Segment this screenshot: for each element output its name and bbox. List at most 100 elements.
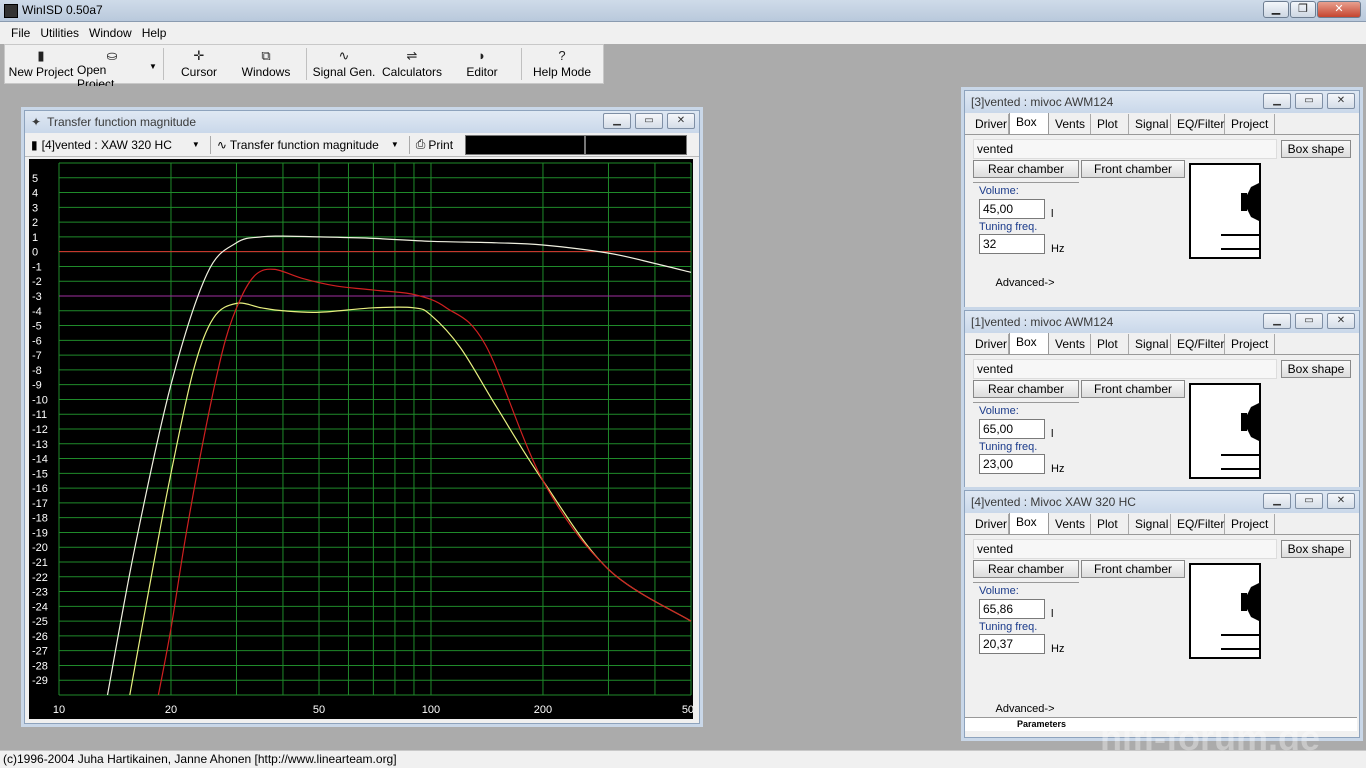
tuning-input[interactable]: 20,37 xyxy=(979,634,1045,654)
box-shape-button[interactable]: Box shape xyxy=(1281,360,1351,378)
y-tick-label: 5 xyxy=(32,173,38,185)
maximize-button[interactable]: ❐ xyxy=(1290,1,1316,18)
close-button[interactable]: ✕ xyxy=(1327,93,1355,109)
box-panel-window: [1]vented : mivoc AWM124 ▁ ▭ ✕ Driver Box… xyxy=(964,310,1360,488)
tab-driver[interactable]: Driver xyxy=(969,334,1009,354)
menu-help[interactable]: Help xyxy=(137,26,172,40)
tab-project[interactable]: Project xyxy=(1225,114,1275,134)
tab-driver[interactable]: Driver xyxy=(969,114,1009,134)
tab-plot[interactable]: Plot xyxy=(1091,334,1129,354)
minimize-button[interactable]: ▁ xyxy=(1263,93,1291,109)
editor-button[interactable]: ◗ Editor xyxy=(447,45,517,83)
cursor-button[interactable]: ✛ Cursor xyxy=(168,45,230,83)
readout-box-2 xyxy=(585,134,688,155)
rear-chamber-button[interactable]: Rear chamber xyxy=(973,560,1079,578)
tab-signal[interactable]: Signal xyxy=(1129,514,1171,534)
front-chamber-button[interactable]: Front chamber xyxy=(1081,560,1185,578)
maximize-button[interactable]: ▭ xyxy=(1295,493,1323,509)
tab-box[interactable]: Box xyxy=(1009,112,1049,134)
y-tick-label: -9 xyxy=(32,380,42,392)
transfer-function-chart: 543210-1-2-3-4-5-6-7-8-9-10-11-12-13-14-… xyxy=(32,162,700,716)
maximize-button[interactable]: ▭ xyxy=(1295,93,1323,109)
advanced-link[interactable]: Advanced-> xyxy=(965,703,1085,715)
open-project-button[interactable]: ⛀ Open Project xyxy=(77,45,147,92)
close-button[interactable]: ✕ xyxy=(667,113,695,129)
tab-vents[interactable]: Vents xyxy=(1049,114,1091,134)
advanced-link[interactable]: Advanced-> xyxy=(965,277,1085,289)
tab-project[interactable]: Project xyxy=(1225,334,1275,354)
x-tick-label: 500 xyxy=(682,704,693,716)
minimize-button[interactable]: ▁ xyxy=(603,113,631,129)
y-tick-label: -24 xyxy=(32,601,48,613)
box-type-field[interactable]: vented xyxy=(973,539,1277,559)
rear-chamber-button[interactable]: Rear chamber xyxy=(973,380,1079,398)
signal-gen-button[interactable]: ∿ Signal Gen. xyxy=(311,45,377,83)
tab-plot[interactable]: Plot xyxy=(1091,114,1129,134)
maximize-button[interactable]: ▭ xyxy=(1295,313,1323,329)
volume-input[interactable]: 65,86 xyxy=(979,599,1045,619)
tuning-input[interactable]: 32 xyxy=(979,234,1045,254)
print-button[interactable]: ⎙ Print xyxy=(416,137,453,152)
minimize-button[interactable]: ▁ xyxy=(1263,493,1291,509)
minimize-button[interactable]: ▁ xyxy=(1263,1,1289,18)
calculators-button[interactable]: ⇌ Calculators xyxy=(377,45,447,83)
rear-chamber-button[interactable]: Rear chamber xyxy=(973,160,1079,178)
group-divider xyxy=(973,182,1079,183)
group-divider xyxy=(973,402,1079,403)
plot-area[interactable]: 5 4 3 2 1 0 -1 -2 -3 -4 -5 -6 -7 -8 -9 -10 -11 -12 -13 -14-… xyxy=(29,159,700,719)
box-shape-button[interactable]: Box shape xyxy=(1281,140,1351,158)
group-divider xyxy=(973,582,1079,583)
tab-vents[interactable]: Vents xyxy=(1049,334,1091,354)
transfer-function-window: ✦ Transfer function magnitude ▁ ▭ ✕ ▮ [4… xyxy=(24,110,700,724)
tab-eqfilter[interactable]: EQ/Filter xyxy=(1171,114,1225,134)
y-tick-label: -6 xyxy=(32,335,42,347)
open-folder-icon: ⛀ xyxy=(106,48,118,63)
tuning-label: Tuning freq. xyxy=(979,441,1038,453)
maximize-button[interactable]: ▭ xyxy=(635,113,663,129)
close-button[interactable]: ✕ xyxy=(1327,493,1355,509)
y-tick-label: -19 xyxy=(32,527,48,539)
close-button[interactable]: ✕ xyxy=(1317,1,1361,18)
tab-vents[interactable]: Vents xyxy=(1049,514,1091,534)
box-type-field[interactable]: vented xyxy=(973,359,1277,379)
minimize-button[interactable]: ▁ xyxy=(1263,313,1291,329)
y-tick-label: -4 xyxy=(32,306,42,318)
project-select[interactable]: ▮ [4]vented : XAW 320 HC ▼ xyxy=(31,138,200,152)
tab-project[interactable]: Project xyxy=(1225,514,1275,534)
tab-signal[interactable]: Signal xyxy=(1129,334,1171,354)
front-chamber-button[interactable]: Front chamber xyxy=(1081,380,1185,398)
tuning-input[interactable]: 23,00 xyxy=(979,454,1045,474)
close-button[interactable]: ✕ xyxy=(1327,313,1355,329)
menu-window[interactable]: Window xyxy=(84,26,137,40)
y-tick-label: 4 xyxy=(32,188,38,200)
help-mode-button[interactable]: ? Help Mode xyxy=(526,45,598,83)
menu-utilities[interactable]: Utilities xyxy=(35,26,84,40)
y-tick-label: -8 xyxy=(32,365,42,377)
panel-window-controls: ▁ ▭ ✕ xyxy=(1259,93,1355,109)
box-type-field[interactable]: vented xyxy=(973,139,1277,159)
tab-signal[interactable]: Signal xyxy=(1129,114,1171,134)
y-tick-label: -15 xyxy=(32,468,48,480)
y-tick-label: -7 xyxy=(32,350,42,362)
panel-tabs: Driver Box Vents Plot Signal EQ/Filter Project xyxy=(965,512,1359,535)
volume-input[interactable]: 45,00 xyxy=(979,199,1045,219)
panel-title: [4]vented : Mivoc XAW 320 HC xyxy=(971,495,1136,509)
tab-box[interactable]: Box xyxy=(1009,512,1049,534)
open-project-dropdown[interactable]: ▼ xyxy=(147,45,159,83)
box-shape-button[interactable]: Box shape xyxy=(1281,540,1351,558)
volume-input[interactable]: 65,00 xyxy=(979,419,1045,439)
tab-eqfilter[interactable]: EQ/Filter xyxy=(1171,334,1225,354)
new-project-button[interactable]: ▮ New Project xyxy=(5,45,77,83)
graph-type-select[interactable]: ∿ Transfer function magnitude ▼ xyxy=(217,138,399,152)
tab-eqfilter[interactable]: EQ/Filter xyxy=(1171,514,1225,534)
windows-button[interactable]: ⧉ Windows xyxy=(230,45,302,83)
menu-file[interactable]: File xyxy=(6,26,35,40)
tab-plot[interactable]: Plot xyxy=(1091,514,1129,534)
volume-unit: l xyxy=(1051,428,1054,440)
front-chamber-button[interactable]: Front chamber xyxy=(1081,160,1185,178)
tab-box[interactable]: Box xyxy=(1009,332,1049,354)
tab-driver[interactable]: Driver xyxy=(969,514,1009,534)
y-tick-label: -16 xyxy=(32,483,48,495)
editor-icon: ◗ xyxy=(478,48,486,63)
y-tick-label: -10 xyxy=(32,394,48,406)
